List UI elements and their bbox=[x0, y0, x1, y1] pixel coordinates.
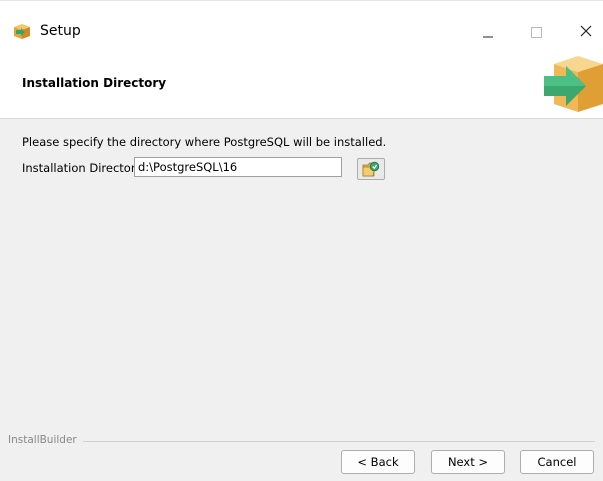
setup-window: Setup Installation Directory Please spec… bbox=[0, 0, 603, 481]
cancel-button[interactable]: Cancel bbox=[520, 450, 594, 474]
close-icon bbox=[580, 25, 592, 37]
window-title: Setup bbox=[40, 23, 81, 39]
minimize-icon bbox=[483, 36, 493, 38]
installation-directory-label: Installation Directory bbox=[22, 161, 143, 175]
installbuilder-brand: InstallBuilder bbox=[8, 434, 83, 446]
instruction-text: Please specify the directory where Postg… bbox=[22, 135, 387, 149]
maximize-icon bbox=[531, 27, 542, 38]
next-button[interactable]: Next > bbox=[431, 450, 505, 474]
close-button[interactable] bbox=[560, 13, 603, 49]
wizard-content: Please specify the directory where Postg… bbox=[0, 119, 603, 419]
page-title: Installation Directory bbox=[22, 76, 167, 90]
title-bar: Setup bbox=[0, 0, 603, 49]
wizard-header: Installation Directory bbox=[0, 48, 603, 119]
installer-arrow-box-icon bbox=[540, 54, 603, 114]
setup-app-icon bbox=[12, 21, 32, 41]
installation-directory-input[interactable] bbox=[134, 157, 342, 177]
back-button[interactable]: < Back bbox=[341, 450, 415, 474]
folder-browse-icon bbox=[362, 161, 380, 177]
minimize-button[interactable] bbox=[466, 13, 510, 49]
maximize-button[interactable] bbox=[514, 13, 558, 49]
footer-divider bbox=[8, 441, 595, 442]
browse-folder-button[interactable] bbox=[357, 158, 385, 180]
